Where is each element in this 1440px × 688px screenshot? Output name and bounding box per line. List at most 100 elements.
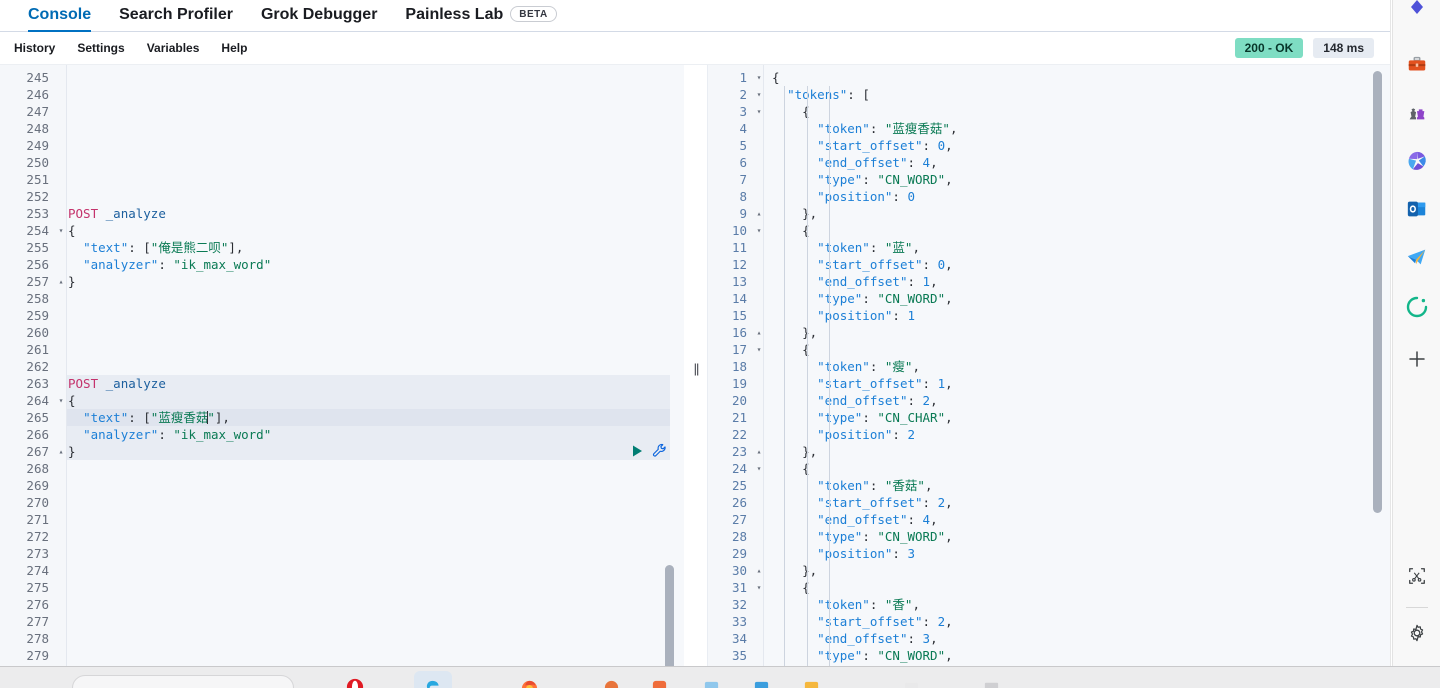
code-line[interactable]: 18 "token": "瘦",: [708, 358, 1390, 375]
fold-toggle-icon[interactable]: ▾: [754, 579, 764, 596]
code-line[interactable]: 35 "type": "CN_WORD",: [708, 647, 1390, 664]
request-actions[interactable]: [630, 443, 667, 463]
fold-toggle-icon[interactable]: ▾: [754, 460, 764, 477]
code-line[interactable]: 268: [0, 460, 684, 477]
code-line[interactable]: 256 "analyzer": "ik_max_word": [0, 256, 684, 273]
wrench-icon[interactable]: [652, 443, 667, 463]
code-line[interactable]: 251: [0, 171, 684, 188]
code-line[interactable]: 279: [0, 647, 684, 664]
fold-toggle-icon[interactable]: ▴: [754, 562, 764, 579]
code-line[interactable]: 33 "start_offset": 2,: [708, 613, 1390, 630]
code-line[interactable]: 252: [0, 188, 684, 205]
code-line[interactable]: 254 ▾{: [0, 222, 684, 239]
code-line[interactable]: 278: [0, 630, 684, 647]
code-line[interactable]: 3▾ {: [708, 103, 1390, 120]
code-line[interactable]: 10▾ {: [708, 222, 1390, 239]
code-line[interactable]: 32 "token": "香",: [708, 596, 1390, 613]
code-line[interactable]: 31▾ {: [708, 579, 1390, 596]
code-line[interactable]: 27 "end_offset": 4,: [708, 511, 1390, 528]
code-line[interactable]: 11 "token": "蓝",: [708, 239, 1390, 256]
fold-toggle-icon[interactable]: ▾: [754, 341, 764, 358]
code-line[interactable]: 2 ▾ "tokens": [: [708, 86, 1390, 103]
console-menu-help[interactable]: Help: [221, 41, 247, 55]
code-line[interactable]: 275: [0, 579, 684, 596]
app6-icon[interactable]: [900, 676, 922, 688]
code-line[interactable]: 259: [0, 307, 684, 324]
loading-spinner-icon[interactable]: [1402, 292, 1432, 322]
code-line[interactable]: 29 "position": 3: [708, 545, 1390, 562]
response-pane[interactable]: 1▾{2▾ "tokens": [3▾ {4 "token": "蓝瘦香菇",5…: [708, 65, 1390, 666]
code-line[interactable]: 7 "type": "CN_WORD",: [708, 171, 1390, 188]
request-vertical-scrollbar[interactable]: [665, 565, 674, 666]
code-line[interactable]: 269: [0, 477, 684, 494]
tab-grok-debugger[interactable]: Grok Debugger: [247, 6, 391, 31]
app4-icon[interactable]: [750, 676, 772, 688]
app2-icon[interactable]: [648, 676, 670, 688]
fold-toggle-icon[interactable]: ▾: [754, 86, 764, 103]
code-line[interactable]: 274: [0, 562, 684, 579]
code-line[interactable]: 6 "end_offset": 4,: [708, 154, 1390, 171]
code-line[interactable]: 13 "end_offset": 1,: [708, 273, 1390, 290]
taskbar-search-box[interactable]: [72, 675, 294, 688]
code-line[interactable]: 19 "start_offset": 1,: [708, 375, 1390, 392]
tab-search-profiler[interactable]: Search Profiler: [105, 6, 247, 31]
fold-toggle-icon[interactable]: ▴: [754, 205, 764, 222]
code-line[interactable]: 26 "start_offset": 2,: [708, 494, 1390, 511]
code-line[interactable]: 34 "end_offset": 3,: [708, 630, 1390, 647]
code-line[interactable]: 266 "analyzer": "ik_max_word": [0, 426, 684, 443]
code-line[interactable]: 245: [0, 69, 684, 86]
fold-toggle-icon[interactable]: ▾: [754, 69, 764, 86]
tab-console[interactable]: Console: [14, 6, 105, 32]
fold-toggle-icon[interactable]: ▴: [56, 443, 66, 460]
code-line[interactable]: 272: [0, 528, 684, 545]
code-line[interactable]: 265 "text": ["蓝瘦香菇"],: [0, 409, 684, 426]
code-line[interactable]: 15 "position": 1: [708, 307, 1390, 324]
code-line[interactable]: 263 POST _analyze: [0, 375, 684, 392]
code-line[interactable]: 247: [0, 103, 684, 120]
fold-toggle-icon[interactable]: ▾: [754, 103, 764, 120]
gear-icon[interactable]: [1402, 618, 1432, 648]
editor-splitter[interactable]: ||: [684, 65, 708, 666]
request-code[interactable]: 245 246 247 248 249 250 251 252 253 POST _analyze…: [0, 65, 684, 666]
code-line[interactable]: 23 ▴ },: [708, 443, 1390, 460]
play-icon[interactable]: [630, 444, 644, 463]
app3-icon[interactable]: [700, 676, 722, 688]
response-code[interactable]: 1▾{2▾ "tokens": [3▾ {4 "token": "蓝瘦香菇",5…: [708, 65, 1390, 666]
code-line[interactable]: 260: [0, 324, 684, 341]
console-menu-variables[interactable]: Variables: [147, 41, 200, 55]
code-line[interactable]: 1 ▾{: [708, 69, 1390, 86]
code-line[interactable]: 9 ▴ },: [708, 205, 1390, 222]
request-pane[interactable]: 245 246 247 248 249 250 251 252 253 POST _analyze…: [0, 65, 684, 666]
code-line[interactable]: 28 "type": "CN_WORD",: [708, 528, 1390, 545]
telegram-icon[interactable]: [1402, 242, 1432, 272]
code-line[interactable]: 17▾ {: [708, 341, 1390, 358]
console-menu-settings[interactable]: Settings: [77, 41, 124, 55]
code-line[interactable]: 262: [0, 358, 684, 375]
code-line[interactable]: 258: [0, 290, 684, 307]
code-line[interactable]: 257 ▴}: [0, 273, 684, 290]
fold-toggle-icon[interactable]: ▴: [56, 273, 66, 290]
code-line[interactable]: 246: [0, 86, 684, 103]
code-line[interactable]: 14 "type": "CN_WORD",: [708, 290, 1390, 307]
code-line[interactable]: 253 POST _analyze: [0, 205, 684, 222]
code-line[interactable]: 250: [0, 154, 684, 171]
code-line[interactable]: 22 "position": 2: [708, 426, 1390, 443]
edge-icon[interactable]: [422, 676, 444, 688]
code-line[interactable]: 25 "token": "香菇",: [708, 477, 1390, 494]
splitter-grip[interactable]: ||: [694, 361, 700, 376]
code-line[interactable]: 20 "end_offset": 2,: [708, 392, 1390, 409]
code-line[interactable]: 12 "start_offset": 0,: [708, 256, 1390, 273]
app7-icon[interactable]: [980, 676, 1002, 688]
console-menu-history[interactable]: History: [14, 41, 55, 55]
opera-icon[interactable]: [344, 676, 366, 688]
copilot-icon[interactable]: [1402, 0, 1432, 22]
code-line[interactable]: 276: [0, 596, 684, 613]
code-line[interactable]: 21 "type": "CN_CHAR",: [708, 409, 1390, 426]
tab-painless-lab[interactable]: Painless Lab BETA: [391, 6, 570, 31]
code-line[interactable]: 24▾ {: [708, 460, 1390, 477]
code-line[interactable]: 277: [0, 613, 684, 630]
microsoft-365-icon[interactable]: [1402, 146, 1432, 176]
fold-toggle-icon[interactable]: ▴: [754, 443, 764, 460]
code-line[interactable]: 248: [0, 120, 684, 137]
code-line[interactable]: 16 ▴ },: [708, 324, 1390, 341]
